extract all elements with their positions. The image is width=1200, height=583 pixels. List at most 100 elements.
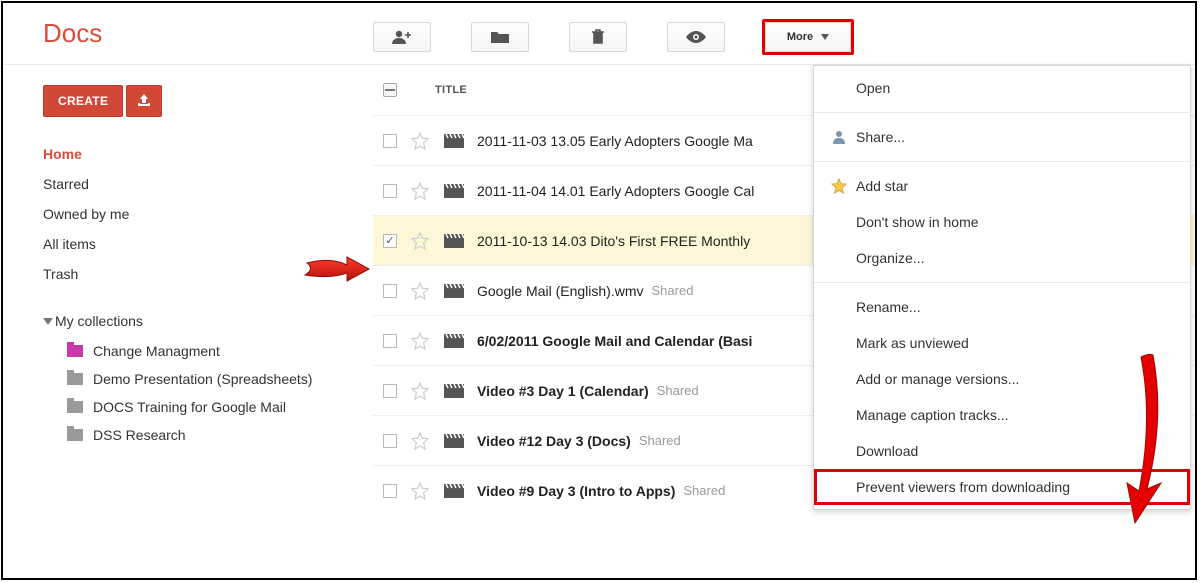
eye-icon <box>684 29 708 45</box>
star-icon <box>828 178 850 194</box>
sidebar-item-starred[interactable]: Starred <box>43 169 373 199</box>
toolbar: More <box>373 16 851 52</box>
video-file-icon <box>443 233 465 249</box>
menu-item-share[interactable]: Share... <box>814 119 1190 155</box>
menu-separator <box>814 112 1190 113</box>
menu-item-label: Organize... <box>856 250 924 266</box>
shared-label: Shared <box>652 283 694 298</box>
video-file-icon <box>443 333 465 349</box>
menu-item-label: Rename... <box>856 299 921 315</box>
collection-item[interactable]: Demo Presentation (Spreadsheets) <box>43 365 373 393</box>
menu-item-label: Don't show in home <box>856 214 979 230</box>
menu-item-prevent-viewers-from-downloading[interactable]: Prevent viewers from downloading <box>814 469 1190 505</box>
chevron-down-icon <box>43 313 53 329</box>
row-checkbox[interactable] <box>383 484 397 498</box>
collections-header[interactable]: My collections <box>43 313 373 329</box>
row-checkbox[interactable] <box>383 334 397 348</box>
select-toggle[interactable] <box>383 83 397 97</box>
star-icon[interactable] <box>411 232 429 250</box>
folder-icon <box>67 345 83 357</box>
star-icon[interactable] <box>411 432 429 450</box>
delete-button[interactable] <box>569 22 627 52</box>
collection-label: DSS Research <box>93 427 186 443</box>
collection-item[interactable]: Change Managment <box>43 337 373 365</box>
row-title: Video #3 Day 1 (Calendar) <box>477 383 649 399</box>
star-icon[interactable] <box>411 132 429 150</box>
collection-item[interactable]: DOCS Training for Google Mail <box>43 393 373 421</box>
menu-item-organize[interactable]: Organize... <box>814 240 1190 276</box>
menu-item-label: Manage caption tracks... <box>856 407 1009 423</box>
collections-header-label: My collections <box>55 313 143 329</box>
video-file-icon <box>443 483 465 499</box>
menu-item-download[interactable]: Download <box>814 433 1190 469</box>
app-frame: Docs <box>1 1 1197 580</box>
row-checkbox[interactable] <box>383 434 397 448</box>
shared-label: Shared <box>683 483 725 498</box>
row-title: 2011-11-03 13.05 Early Adopters Google M… <box>477 133 753 149</box>
row-title: Video #12 Day 3 (Docs) <box>477 433 631 449</box>
row-checkbox[interactable] <box>383 284 397 298</box>
row-checkbox[interactable] <box>383 184 397 198</box>
menu-item-open[interactable]: Open <box>814 70 1190 106</box>
menu-item-mark-as-unviewed[interactable]: Mark as unviewed <box>814 325 1190 361</box>
star-icon[interactable] <box>411 482 429 500</box>
create-button[interactable]: CREATE <box>43 85 123 117</box>
shared-label: Shared <box>639 433 681 448</box>
more-button-label: More <box>787 31 813 43</box>
menu-item-rename[interactable]: Rename... <box>814 289 1190 325</box>
row-title: 6/02/2011 Google Mail and Calendar (Basi <box>477 333 752 349</box>
folder-icon <box>67 429 83 441</box>
collection-label: Demo Presentation (Spreadsheets) <box>93 371 312 387</box>
menu-item-label: Prevent viewers from downloading <box>856 479 1070 495</box>
video-file-icon <box>443 133 465 149</box>
star-icon[interactable] <box>411 282 429 300</box>
menu-item-manage-caption-tracks[interactable]: Manage caption tracks... <box>814 397 1190 433</box>
person-plus-icon <box>391 29 413 45</box>
sidebar-item-trash[interactable]: Trash <box>43 259 373 289</box>
shared-label: Shared <box>657 383 699 398</box>
sidebar-item-all-items[interactable]: All items <box>43 229 373 259</box>
folder-icon <box>67 401 83 413</box>
folder-icon <box>67 373 83 385</box>
row-checkbox[interactable] <box>383 384 397 398</box>
share-button[interactable] <box>373 22 431 52</box>
chevron-down-icon <box>821 34 829 40</box>
row-checkbox[interactable] <box>383 134 397 148</box>
row-checkbox[interactable]: ✓ <box>383 234 397 248</box>
menu-item-label: Add or manage versions... <box>856 371 1019 387</box>
collection-item[interactable]: DSS Research <box>43 421 373 449</box>
upload-button[interactable] <box>126 85 162 117</box>
menu-item-label: Share... <box>856 129 905 145</box>
row-title: Google Mail (English).wmv <box>477 283 644 299</box>
collection-label: Change Managment <box>93 343 220 359</box>
column-title: TITLE <box>435 84 467 96</box>
sidebar: CREATE HomeStarredOwned by meAll itemsTr… <box>3 65 373 578</box>
move-to-folder-button[interactable] <box>471 22 529 52</box>
menu-item-add-star[interactable]: Add star <box>814 168 1190 204</box>
folder-icon <box>489 29 511 45</box>
preview-button[interactable] <box>667 22 725 52</box>
upload-icon <box>136 92 152 111</box>
collection-label: DOCS Training for Google Mail <box>93 399 286 415</box>
more-menu: Open Share... Add star Don't show in home Or… <box>813 65 1191 510</box>
sidebar-item-owned-by-me[interactable]: Owned by me <box>43 199 373 229</box>
sidebar-item-home[interactable]: Home <box>43 139 373 169</box>
trash-icon <box>589 28 607 46</box>
menu-item-label: Add star <box>856 178 908 194</box>
row-title: 2011-11-04 14.01 Early Adopters Google C… <box>477 183 754 199</box>
menu-item-add-or-manage-versions[interactable]: Add or manage versions... <box>814 361 1190 397</box>
menu-separator <box>814 282 1190 283</box>
video-file-icon <box>443 283 465 299</box>
star-icon[interactable] <box>411 332 429 350</box>
star-icon[interactable] <box>411 382 429 400</box>
menu-separator <box>814 161 1190 162</box>
header: Docs <box>3 3 1195 65</box>
star-icon[interactable] <box>411 182 429 200</box>
video-file-icon <box>443 383 465 399</box>
menu-item-label: Download <box>856 443 918 459</box>
row-title: 2011-10-13 14.03 Dito's First FREE Month… <box>477 233 750 249</box>
menu-item-don-t-show-in-home[interactable]: Don't show in home <box>814 204 1190 240</box>
more-button[interactable]: More <box>765 22 851 52</box>
video-file-icon <box>443 433 465 449</box>
video-file-icon <box>443 183 465 199</box>
